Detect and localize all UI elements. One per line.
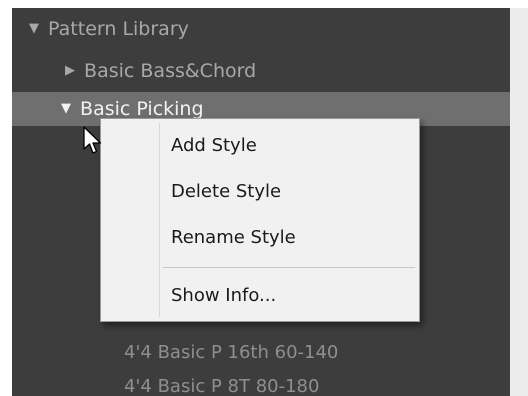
tree-item-pattern-library[interactable]: ▼ Pattern Library [12,12,520,46]
triangle-down-icon[interactable]: ▼ [26,12,42,46]
menu-item-rename-style[interactable]: Rename Style [103,215,417,261]
tree-item-label: Pattern Library [48,18,189,40]
tree-item-basic-bass-chord[interactable]: ▶ Basic Bass&Chord [12,54,520,88]
tree-item-label: Basic Picking [80,98,204,120]
menu-item-show-info[interactable]: Show Info... [103,273,417,319]
list-item[interactable]: 4'4 Basic P 16th 60-140 [12,336,520,370]
tree-item-label: Basic Bass&Chord [84,60,257,82]
triangle-down-icon[interactable]: ▼ [58,92,74,126]
arrow-cursor-icon [83,126,102,154]
list-item-label: 4'4 Basic P 16th 60-140 [124,342,339,363]
menu-separator [163,267,415,268]
menu-item-delete-style[interactable]: Delete Style [103,169,417,215]
menu-item-add-style[interactable]: Add Style [103,123,417,169]
scrollbar-track[interactable] [510,8,528,396]
triangle-right-icon[interactable]: ▶ [62,54,78,88]
list-item[interactable]: 4'4 Basic P 8T 80-180 [12,370,520,396]
list-item-label: 4'4 Basic P 8T 80-180 [124,376,320,396]
context-menu: Add Style Delete Style Rename Style Show… [100,118,420,322]
